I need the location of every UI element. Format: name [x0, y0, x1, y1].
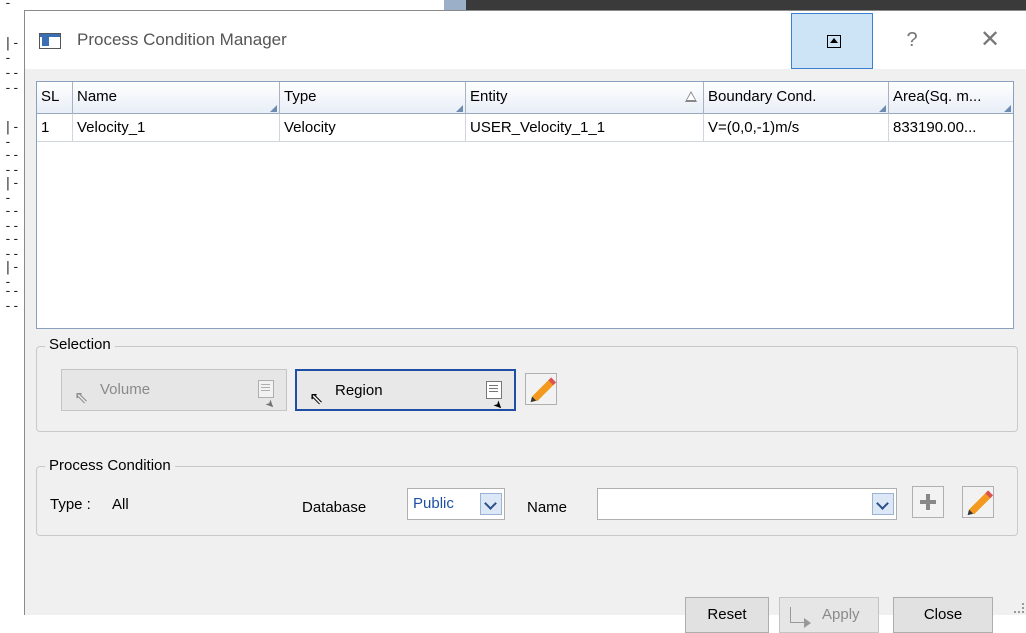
tree-connector: ---- — [4, 148, 20, 178]
column-header-label: Area(Sq. m... — [893, 88, 982, 105]
reset-button[interactable]: Reset — [685, 597, 769, 633]
edit-condition-button[interactable] — [962, 486, 994, 518]
collapse-button[interactable] — [791, 13, 873, 69]
sort-ascending-icon — [685, 91, 697, 102]
edit-selection-button[interactable] — [525, 373, 557, 405]
table-header: SL Name Type Entity Boundary Cond. Area(… — [37, 82, 1013, 114]
cell-name: Velocity_1 — [73, 114, 280, 142]
cell-entity: USER_Velocity_1_1 — [466, 114, 704, 142]
tree-connector: - — [4, 0, 12, 11]
cell-type: Velocity — [280, 114, 466, 142]
volume-button-label: Volume — [100, 381, 151, 398]
database-label: Database — [302, 499, 367, 516]
database-select-value: Public — [413, 495, 454, 512]
region-button-label: Region — [335, 382, 383, 399]
tree-connector: |-- — [4, 120, 20, 150]
title-bar: Process Condition Manager ? ✕ — [25, 11, 1026, 69]
window-title: Process Condition Manager — [77, 30, 287, 49]
cell-area: 833190.00... — [893, 119, 977, 136]
name-label: Name — [527, 499, 568, 516]
type-label: Type : — [50, 496, 91, 513]
column-header-label: Boundary Cond. — [708, 88, 817, 105]
database-select[interactable]: Public — [407, 488, 505, 520]
resize-grip-icon — [1004, 105, 1011, 112]
process-condition-table: SL Name Type Entity Boundary Cond. Area(… — [36, 81, 1014, 329]
resize-grip-icon — [270, 105, 277, 112]
chevron-down-icon — [480, 493, 502, 515]
tree-connector: ---- — [4, 66, 20, 96]
collapse-icon — [827, 35, 841, 48]
column-header-type[interactable]: Type — [280, 82, 466, 114]
column-header-sl[interactable]: SL — [37, 82, 73, 114]
type-value: All — [112, 496, 129, 513]
tree-connector: |-- — [4, 176, 20, 206]
table-row[interactable]: 1 Velocity_1 Velocity USER_Velocity_1_1 … — [37, 114, 1013, 142]
resize-grip-icon — [456, 105, 463, 112]
chevron-down-icon — [872, 493, 894, 515]
pencil-icon — [969, 492, 991, 515]
cell-sl: 1 — [37, 114, 73, 142]
column-header-entity[interactable]: Entity — [466, 82, 704, 114]
help-button[interactable]: ? — [897, 23, 927, 57]
volume-button[interactable]: ⇖ Volume — [61, 369, 287, 411]
region-button[interactable]: ⇖ Region — [295, 369, 516, 411]
column-header-area[interactable]: Area(Sq. m... — [889, 82, 1013, 114]
pick-list-icon — [258, 380, 274, 398]
name-select[interactable] — [597, 488, 897, 520]
pick-list-icon — [486, 381, 502, 399]
background-app-tree: - |-- ---- |-- ---- |-- ---- ---- |-- --… — [0, 0, 24, 615]
tree-connector: ---- — [4, 232, 20, 262]
add-condition-button[interactable] — [912, 486, 944, 518]
pointer-arrow-icon: ⇖ — [309, 389, 324, 408]
column-header-boundary-cond[interactable]: Boundary Cond. — [704, 82, 889, 114]
window-icon — [39, 33, 61, 49]
pencil-icon — [532, 379, 554, 402]
selection-group-label: Selection — [45, 336, 115, 353]
column-header-label: Entity — [470, 88, 508, 105]
tree-connector: ---- — [4, 204, 20, 234]
window-close-button[interactable]: ✕ — [970, 23, 1010, 57]
tree-connector: |-- — [4, 36, 20, 66]
column-header-name[interactable]: Name — [73, 82, 280, 114]
apply-arrow-icon — [790, 607, 811, 628]
pointer-arrow-icon: ⇖ — [74, 388, 89, 407]
cell-boundary-cond: V=(0,0,-1)m/s — [704, 114, 889, 142]
process-condition-dialog: Process Condition Manager ? ✕ SL Name Ty… — [24, 10, 1026, 633]
column-header-label: Name — [77, 88, 118, 105]
process-condition-group-label: Process Condition — [45, 457, 175, 474]
close-button[interactable]: Close — [893, 597, 993, 633]
apply-button-label: Apply — [822, 606, 860, 623]
tree-connector: ---- — [4, 284, 20, 314]
column-header-label: SL — [41, 88, 60, 105]
column-header-label: Type — [284, 88, 317, 105]
resize-grip-icon — [879, 105, 886, 112]
apply-button[interactable]: Apply — [779, 597, 879, 633]
resize-grip-icon[interactable] — [1014, 603, 1024, 613]
